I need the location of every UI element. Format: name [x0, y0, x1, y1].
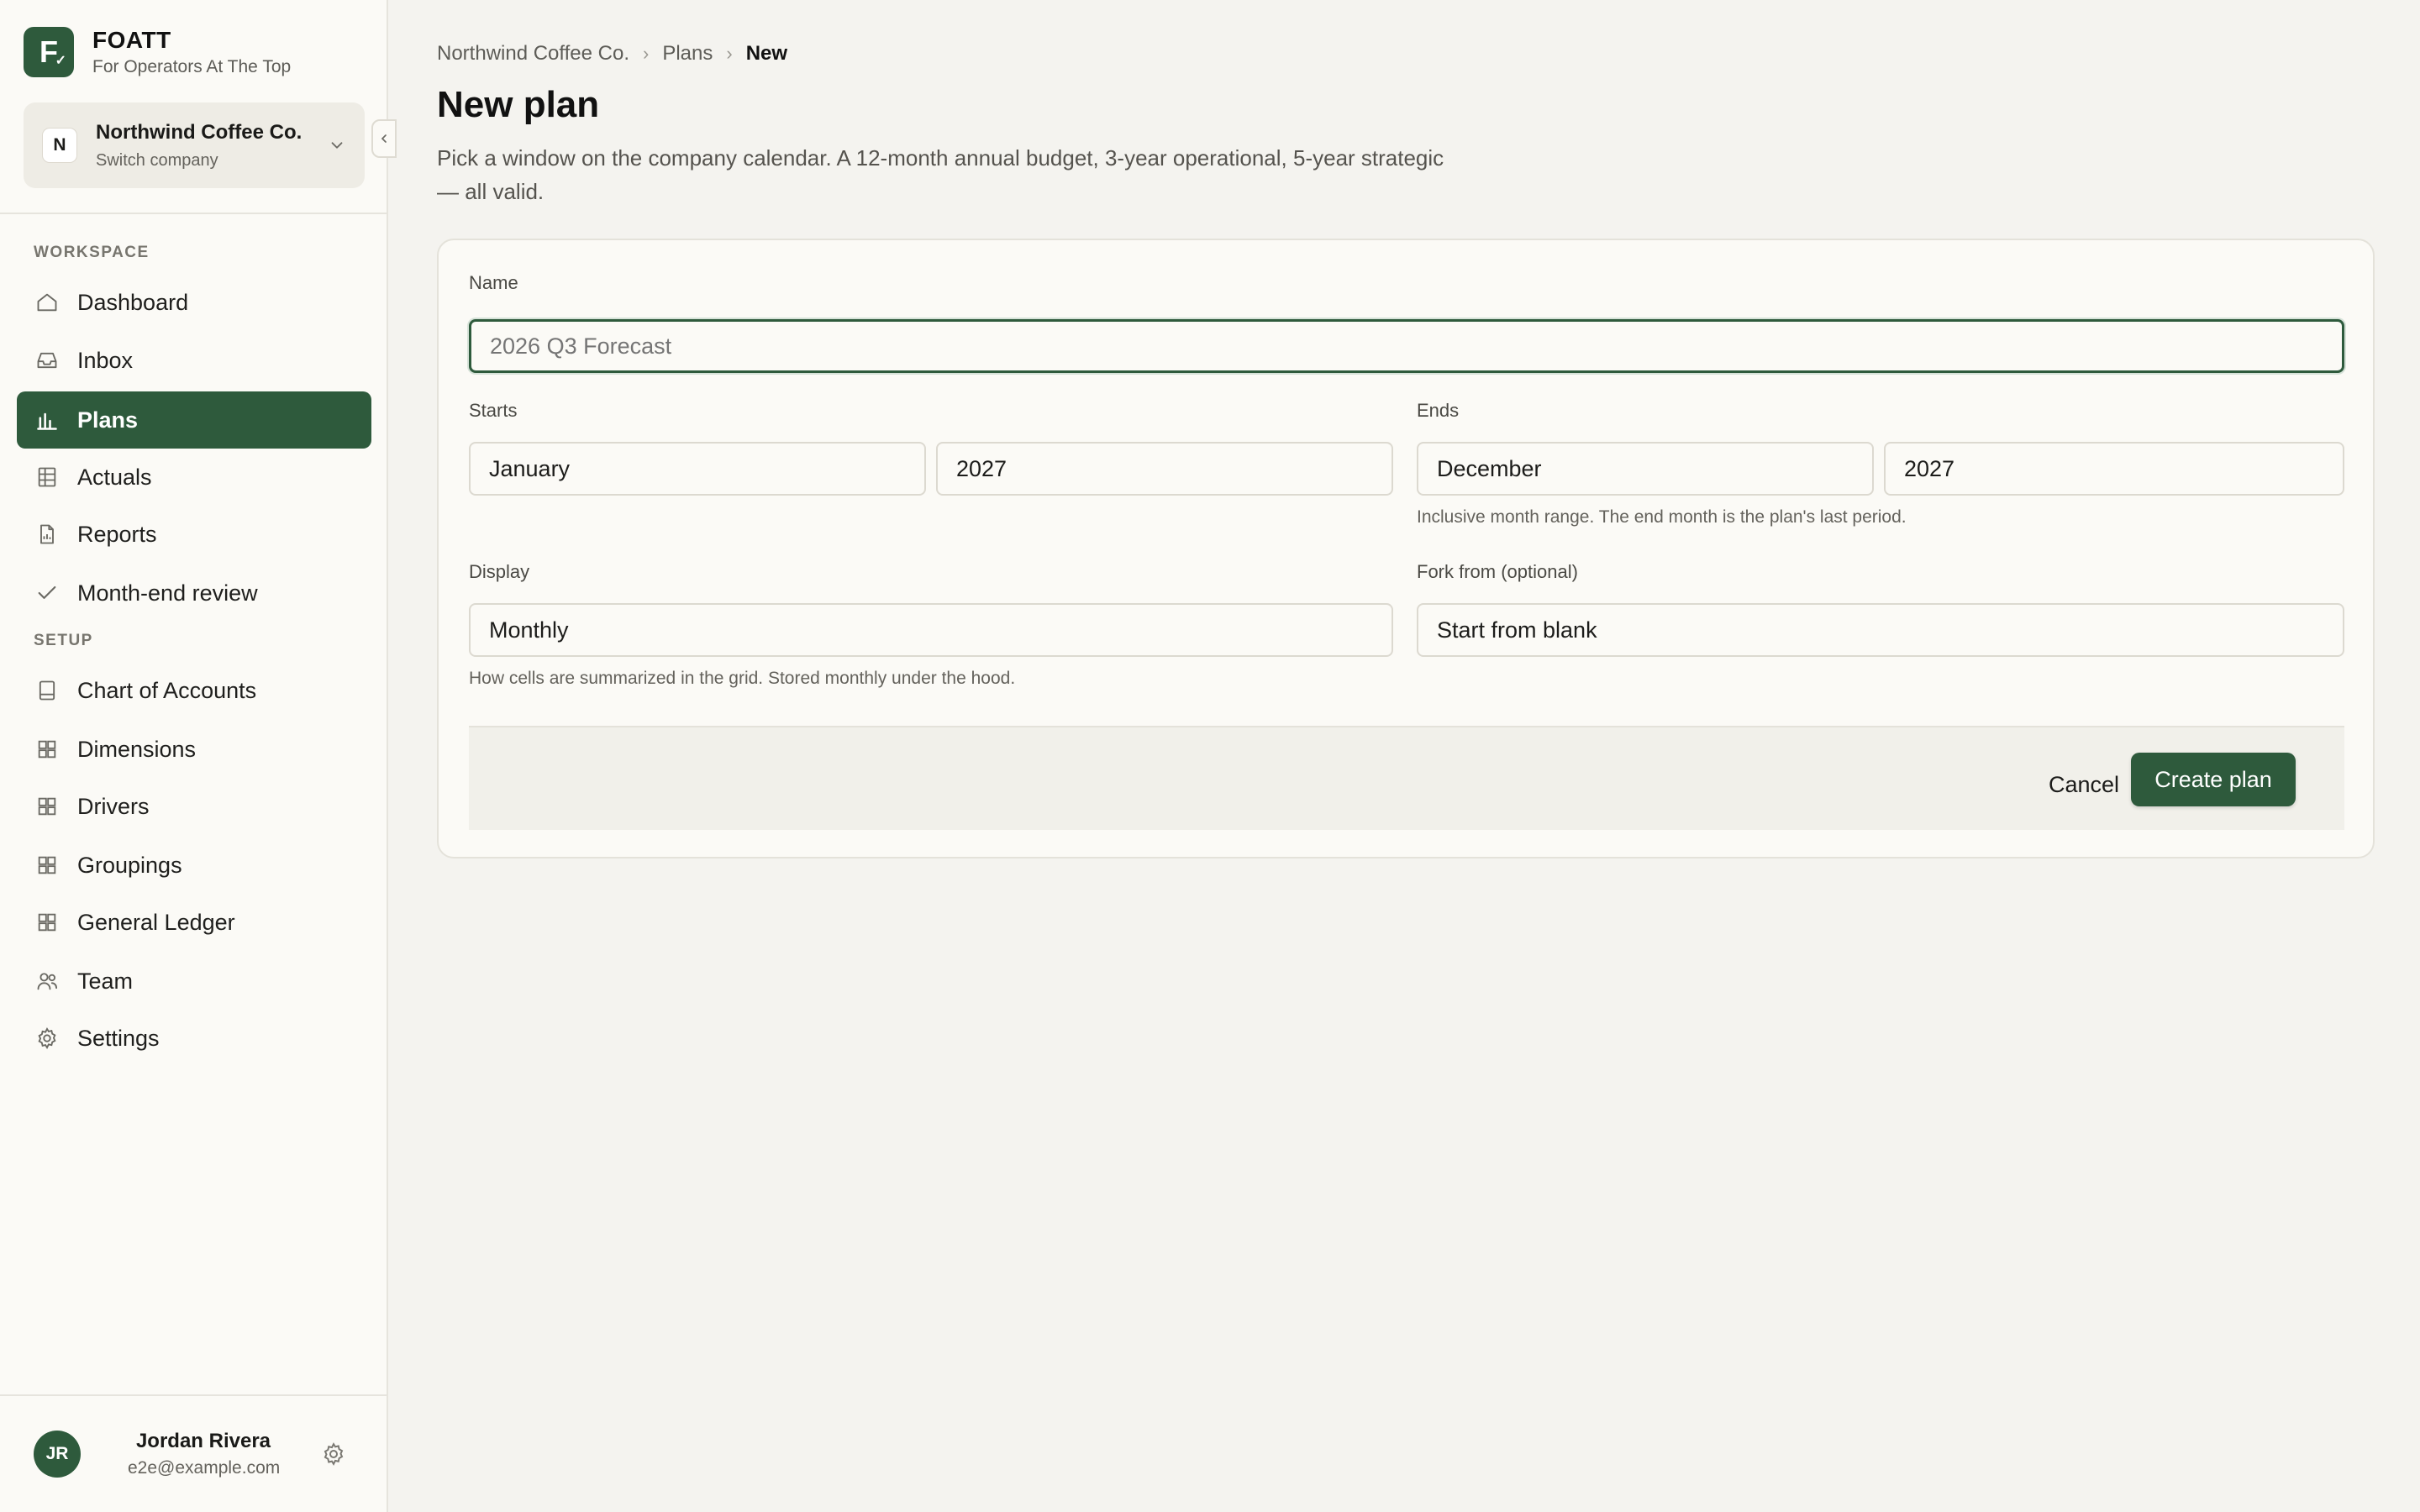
company-switch-label: Switch company — [96, 150, 218, 170]
display-select[interactable]: Monthly — [469, 603, 1393, 657]
sidebar-item-reports[interactable]: Reports — [17, 506, 371, 563]
sidebar-item-label: Dashboard — [77, 289, 189, 315]
sidebar-item-chart-of-accounts[interactable]: Chart of Accounts — [17, 662, 371, 719]
new-plan-form: Name Starts January 2027 Ends December 2… — [437, 239, 2375, 858]
name-label: Name — [469, 272, 518, 293]
sidebar-footer-divider — [0, 1394, 387, 1396]
sidebar-item-label: General Ledger — [77, 909, 235, 935]
sidebar-item-label: Dimensions — [77, 736, 197, 762]
brand-text: FOATT For Operators At The Top — [92, 27, 291, 77]
sidebar-item-dashboard[interactable]: Dashboard — [17, 274, 371, 331]
sidebar-item-month-end-review[interactable]: Month-end review — [17, 564, 371, 622]
sidebar-item-groupings[interactable]: Groupings — [17, 837, 371, 894]
create-plan-button[interactable]: Create plan — [2131, 753, 2296, 806]
sidebar-item-label: Chart of Accounts — [77, 677, 257, 703]
plan-name-input[interactable] — [469, 319, 2344, 373]
chevron-right-icon: › — [726, 43, 733, 64]
user-name: Jordan Rivera — [135, 1430, 271, 1452]
page-description: Pick a window on the company calendar. A… — [437, 145, 1444, 204]
sidebar-item-label: Actuals — [77, 464, 152, 490]
brand-tagline: For Operators At The Top — [92, 57, 292, 76]
sidebar-item-team[interactable]: Team — [17, 953, 371, 1010]
chevron-down-icon — [331, 142, 343, 149]
sidebar: F ✓ FOATT For Operators At The Top N Nor… — [0, 0, 397, 1512]
range-hint: Inclusive month range. The end month is … — [1417, 507, 1907, 527]
sidebar-item-label: Team — [77, 968, 134, 994]
end-month-select[interactable]: December — [1417, 442, 1874, 496]
table-icon — [34, 464, 60, 491]
fork-label: Fork from (optional) — [1417, 561, 1578, 582]
chevron-right-icon: › — [643, 43, 650, 64]
company-text: Northwind Coffee Co. Switch company — [96, 121, 328, 171]
app-root: F ✓ FOATT For Operators At The Top N Nor… — [0, 0, 2420, 1512]
book-icon — [34, 677, 60, 704]
sidebar-item-label: Plans — [77, 407, 139, 433]
end-year-select[interactable]: 2027 — [1884, 442, 2344, 496]
sidebar-item-dimensions[interactable]: Dimensions — [17, 721, 371, 778]
display-label: Display — [469, 561, 530, 582]
inbox-icon — [34, 347, 60, 374]
fork-from-select[interactable]: Start from blank — [1417, 603, 2344, 657]
gear-icon — [34, 1025, 60, 1052]
grid-icon — [34, 793, 60, 820]
breadcrumb-current: New — [745, 42, 788, 65]
brand-logo-check-icon: ✓ — [55, 54, 66, 68]
sidebar-divider — [0, 213, 387, 214]
sidebar-item-label: Groupings — [77, 852, 182, 878]
report-icon — [34, 521, 60, 548]
section-label-setup: SETUP — [34, 632, 93, 649]
breadcrumb: Northwind Coffee Co. › Plans › New — [437, 42, 787, 66]
main-content: Northwind Coffee Co. › Plans › New New p… — [388, 0, 2420, 1512]
user-profile: JR Jordan Rivera e2e@example.com — [34, 1430, 361, 1478]
display-hint: How cells are summarized in the grid. St… — [469, 669, 1016, 688]
form-actions: Cancel Create plan — [469, 726, 2344, 830]
check-icon — [34, 580, 60, 606]
sidebar-item-settings[interactable]: Settings — [17, 1010, 371, 1067]
sidebar-item-inbox[interactable]: Inbox — [17, 332, 371, 389]
start-month-select[interactable]: January — [469, 442, 926, 496]
breadcrumb-company[interactable]: Northwind Coffee Co. — [437, 42, 629, 66]
grid-icon — [34, 852, 60, 879]
sidebar-item-label: Reports — [77, 521, 157, 547]
section-label-workspace: WORKSPACE — [34, 244, 150, 261]
company-avatar: N — [42, 128, 77, 163]
sidebar-item-label: Inbox — [77, 347, 134, 373]
ends-label: Ends — [1417, 400, 1460, 421]
avatar[interactable]: JR — [34, 1431, 81, 1478]
sidebar-item-actuals[interactable]: Actuals — [17, 449, 371, 506]
bar-chart-icon — [34, 407, 60, 433]
sidebar-item-plans[interactable]: Plans — [17, 391, 371, 449]
users-icon — [34, 968, 60, 995]
grid-icon — [34, 909, 60, 936]
gear-icon[interactable] — [321, 1441, 346, 1467]
brand-logo: F ✓ — [24, 27, 74, 77]
starts-label: Starts — [469, 400, 518, 421]
cancel-button[interactable]: Cancel — [2025, 759, 2143, 810]
sidebar-item-label: Month-end review — [77, 580, 258, 606]
sidebar-item-general-ledger[interactable]: General Ledger — [17, 894, 371, 951]
sidebar-item-label: Drivers — [77, 793, 150, 819]
home-icon — [34, 289, 60, 316]
brand-name: FOATT — [92, 27, 171, 53]
user-email: e2e@example.com — [128, 1458, 281, 1478]
page-title: New plan — [437, 84, 600, 125]
start-year-select[interactable]: 2027 — [936, 442, 1393, 496]
sidebar-item-label: Settings — [77, 1025, 160, 1051]
sidebar-item-drivers[interactable]: Drivers — [17, 778, 371, 835]
company-name: Northwind Coffee Co. — [96, 120, 302, 144]
user-text: Jordan Rivera e2e@example.com — [128, 1430, 281, 1478]
brand: F ✓ FOATT For Operators At The Top — [24, 27, 291, 77]
company-switcher[interactable]: N Northwind Coffee Co. Switch company — [24, 102, 365, 188]
grid-icon — [34, 736, 60, 763]
breadcrumb-plans[interactable]: Plans — [662, 42, 713, 66]
